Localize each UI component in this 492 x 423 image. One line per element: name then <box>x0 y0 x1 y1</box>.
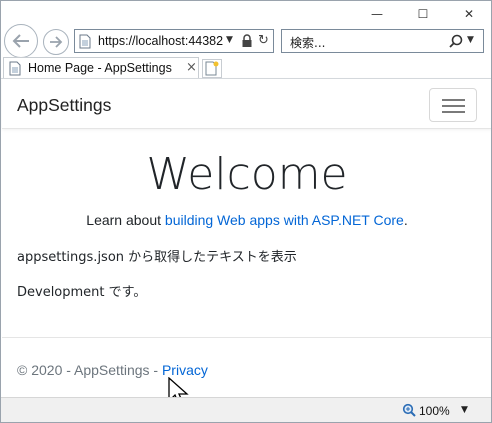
hamburger-icon <box>442 111 465 113</box>
search-placeholder: 検索... <box>290 36 326 50</box>
zoom-level[interactable]: 100% <box>419 404 450 418</box>
site-navbar: AppSettings <box>2 79 491 129</box>
learn-prefix: Learn about <box>86 212 165 228</box>
aspnet-core-link[interactable]: building Web apps with ASP.NET Core <box>165 212 404 228</box>
tab-close-button[interactable]: × <box>186 60 197 75</box>
forward-button[interactable] <box>43 29 69 55</box>
page-title: Welcome <box>146 149 348 200</box>
browser-window: — ☐ ✕ https://localhost:44382 ▼ ↻ 検索... … <box>0 0 492 423</box>
address-dropdown-icon[interactable]: ▼ <box>226 35 233 45</box>
hamburger-icon <box>442 105 465 107</box>
web-page: AppSettings Welcome Learn about building… <box>2 79 491 406</box>
page-icon <box>79 34 91 49</box>
minimize-button[interactable]: — <box>366 5 388 23</box>
navbar-toggler-button[interactable] <box>429 88 477 122</box>
privacy-link[interactable]: Privacy <box>162 362 208 378</box>
learn-suffix: . <box>403 212 408 228</box>
search-dropdown-icon[interactable]: ▼ <box>467 35 474 45</box>
footer-copyright: © 2020 - AppSettings - <box>17 362 162 378</box>
new-tab-button[interactable] <box>202 59 222 78</box>
back-arrow-icon <box>12 34 29 48</box>
address-bar[interactable]: https://localhost:44382 ▼ ↻ <box>74 29 274 53</box>
url-text[interactable]: https://localhost:44382 <box>98 34 223 48</box>
footer: © 2020 - AppSettings - Privacy <box>17 362 208 378</box>
navbar-brand[interactable]: AppSettings <box>17 95 111 116</box>
tab-title: Home Page - AppSettings <box>28 61 172 75</box>
page-icon <box>9 61 21 76</box>
status-bar: 100% ▼ <box>1 397 491 422</box>
navigation-bar: https://localhost:44382 ▼ ↻ 検索... ▼ <box>1 23 491 58</box>
forward-arrow-icon <box>50 36 63 48</box>
back-button[interactable] <box>4 24 38 58</box>
maximize-button[interactable]: ☐ <box>412 5 434 23</box>
zoom-icon[interactable] <box>402 403 416 417</box>
close-window-button[interactable]: ✕ <box>458 5 480 23</box>
zoom-dropdown-icon[interactable]: ▼ <box>461 405 468 415</box>
refresh-icon[interactable]: ↻ <box>258 33 269 48</box>
search-icon[interactable] <box>447 33 465 51</box>
hamburger-icon <box>442 99 465 101</box>
search-box[interactable]: 検索... ▼ <box>281 29 484 53</box>
appsettings-text: appsettings.json から取得したテキストを表示 <box>17 250 297 265</box>
footer-divider <box>2 337 491 338</box>
learn-about-text: Learn about building Web apps with ASP.N… <box>2 212 491 228</box>
lock-icon[interactable] <box>241 34 253 48</box>
environment-text: Development です。 <box>17 285 147 300</box>
tab-bar: Home Page - AppSettings × <box>1 57 491 79</box>
new-tab-icon <box>205 61 219 76</box>
tab-home-page[interactable]: Home Page - AppSettings × <box>3 57 199 79</box>
